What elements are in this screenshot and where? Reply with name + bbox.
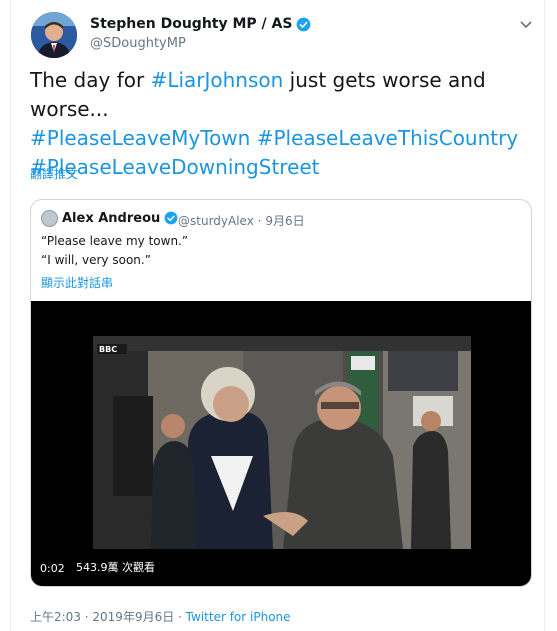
quoted-text-line2: “I will, very soon.” (41, 253, 151, 267)
quoted-author-name-text[interactable]: Alex Andreou (62, 211, 160, 226)
author-handle[interactable]: @SDoughtyMP (90, 36, 186, 51)
quoted-date[interactable]: 9月6日 (265, 214, 304, 228)
video-player[interactable]: BBC 0:02 543.9萬 次觀看 (31, 301, 531, 586)
translate-tweet-link[interactable]: 翻譯推文 (30, 165, 78, 182)
tweet-text: The day for #LiarJohnson just gets worse… (30, 66, 530, 182)
tweet-footer: 上午2:03 · 2019年9月6日 · Twitter for iPhone (30, 608, 291, 625)
quoted-avatar[interactable] (41, 210, 58, 227)
quoted-meta: @sturdyAlex · 9月6日 (178, 212, 305, 229)
author-name[interactable]: Stephen Doughty MP / AS (90, 16, 311, 32)
hashtag-pleaseleavethiscountry[interactable]: #PleaseLeaveThisCountry (257, 126, 518, 150)
show-thread-link[interactable]: 顯示此對話串 (41, 274, 113, 291)
tweet-source[interactable]: Twitter for iPhone (186, 610, 291, 624)
tweet-card: Stephen Doughty MP / AS @SDoughtyMP The … (10, 0, 545, 631)
hashtag-pleaseleavemytown[interactable]: #PleaseLeaveMyTown (30, 126, 250, 150)
video-time-badge: 0:02 (35, 559, 70, 578)
tweet-date[interactable]: 2019年9月6日 (92, 610, 174, 624)
footer-separator-2: · (174, 610, 186, 624)
author-avatar[interactable] (31, 12, 77, 58)
verified-icon (296, 17, 311, 32)
video-views-badge: 543.9萬 次觀看 (71, 556, 160, 578)
tweet-text-plain: The day for (30, 68, 151, 92)
chevron-down-icon[interactable] (518, 16, 534, 32)
quoted-text-line1: “Please leave my town.” (41, 234, 189, 248)
tweet-time[interactable]: 上午2:03 (30, 610, 81, 624)
quoted-separator: · (257, 214, 262, 228)
quoted-author-name[interactable]: Alex Andreou (62, 211, 179, 226)
quoted-tweet[interactable]: Alex Andreou @sturdyAlex · 9月6日 “Please … (30, 199, 532, 587)
author-name-text[interactable]: Stephen Doughty MP / AS (90, 16, 292, 32)
hashtag-liarjohnson[interactable]: #LiarJohnson (151, 68, 284, 92)
footer-separator-1: · (80, 610, 93, 624)
video-frame: BBC (93, 336, 471, 549)
video-overlay-logo: BBC (99, 345, 117, 354)
quoted-handle[interactable]: @sturdyAlex (178, 214, 254, 228)
